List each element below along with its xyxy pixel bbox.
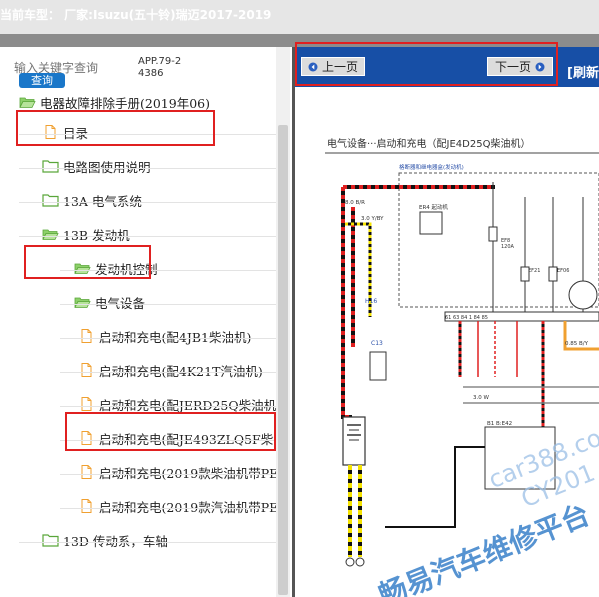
tree-item-engine-control[interactable]: 发动机控制: [74, 253, 158, 283]
svg-text:3.0 W: 3.0 W: [473, 395, 489, 401]
tree-item-label: 启动和充电(配JE493ZLQ5F柴油: [99, 431, 286, 447]
row-separator: [19, 168, 277, 169]
document-icon: [81, 329, 92, 343]
document-icon: [81, 431, 92, 445]
prev-page-button[interactable]: 上一页: [301, 57, 365, 76]
row-separator: [19, 134, 277, 135]
tree-item-electrical[interactable]: 电气设备: [74, 287, 145, 317]
svg-text:61 63 84 1 84 85: 61 63 84 1 84 85: [445, 315, 488, 321]
svg-text:EF21: EF21: [528, 268, 540, 274]
tree-item-label: 13A 电气系统: [63, 193, 142, 209]
watermark-text: 畅易汽车维修平台: [374, 498, 594, 597]
document-icon: [81, 397, 92, 411]
top-bar: 当前车型： 厂家:Isuzu(五十铃)瑞迈2017-2019: [0, 0, 599, 34]
tree-item-doc-2019-diesel[interactable]: 启动和充电(2019款柴油机带PES: [78, 457, 287, 487]
row-separator: [60, 440, 277, 441]
svg-text:H16: H16: [365, 298, 377, 305]
tree-item-label: 启动和充电(配JERD25Q柴油机): [99, 397, 281, 413]
wiring-diagram: 电气设备···启动和充电（配JE4D25Q柴油机） 格断器和继电器盒(发动机) …: [325, 137, 599, 597]
tree-item-label: 发动机控制: [95, 261, 158, 277]
viewer-nav-bar: 上一页 下一页 [刷新: [295, 47, 599, 87]
row-separator: [60, 270, 277, 271]
arrow-right-icon: [535, 62, 545, 71]
folder-open-icon: [74, 297, 91, 308]
tree-item-label: 电气设备: [95, 295, 146, 311]
tree-item-label: 启动和充电(配4JB1柴油机): [99, 329, 252, 345]
tree-scrollbar[interactable]: [276, 47, 290, 597]
fuse-box-label: 格断器和继电器盒(发动机): [399, 163, 464, 171]
folder-icon: [42, 160, 59, 173]
next-page-button[interactable]: 下一页: [487, 57, 553, 76]
folder-open-icon: [42, 229, 59, 240]
row-separator: [60, 372, 277, 373]
tree-item-doc-4k21t[interactable]: 启动和充电(配4K21T汽油机): [78, 355, 263, 385]
svg-text:ER4 起动机: ER4 起动机: [419, 203, 449, 211]
row-separator: [19, 236, 277, 237]
prev-page-label: 上一页: [321, 60, 358, 74]
row-separator: [60, 338, 277, 339]
tree-item-doc-2019-petrol[interactable]: 启动和充电(2019款汽油机带PES: [78, 491, 287, 521]
tree-item-toc[interactable]: 目录: [42, 117, 88, 147]
svg-text:3.0 Y/BY: 3.0 Y/BY: [361, 216, 384, 222]
tree-item-doc-4jb1[interactable]: 启动和充电(配4JB1柴油机): [78, 321, 251, 351]
tree-item-label: 目录: [63, 125, 89, 141]
refresh-link[interactable]: [刷新: [567, 62, 599, 81]
tree-item-13d[interactable]: 13D 传动系，车轴: [42, 525, 168, 555]
tree-item-label: 13D 传动系，车轴: [63, 533, 168, 549]
tree-item-label: 启动和充电(2019款汽油机带PES: [99, 499, 287, 515]
folder-icon: [42, 194, 59, 207]
wiring-diagram-document: 电气设备···启动和充电（配JE4D25Q柴油机） 格断器和继电器盒(发动机) …: [295, 87, 599, 597]
svg-text:0.85 B/Y: 0.85 B/Y: [565, 341, 589, 347]
folder-open-icon: [19, 97, 36, 108]
tree-item-wiring-usage[interactable]: 电路图使用说明: [42, 151, 151, 181]
document-icon: [81, 465, 92, 479]
tree-item-label: 启动和充电(配4K21T汽油机): [99, 363, 263, 379]
tree-item-label: 电路图使用说明: [63, 159, 151, 175]
tree-item-label: 电器故障排除手册(2019年06): [40, 95, 210, 111]
top-divider: [0, 34, 599, 47]
row-separator: [60, 304, 277, 305]
document-icon: [81, 363, 92, 377]
diagram-title: 电气设备···启动和充电（配JE4D25Q柴油机）: [327, 137, 530, 150]
tree-item-label: 启动和充电(2019款柴油机带PES: [99, 465, 287, 481]
query-button[interactable]: 查询: [19, 73, 65, 88]
arrow-left-icon: [308, 62, 318, 71]
viewer-panel: 上一页 下一页 [刷新 电气设备···启动和充电（配JE4D25Q柴油机） 格断…: [295, 47, 599, 597]
tree-item-doc-jerd25q[interactable]: 启动和充电(配JERD25Q柴油机): [78, 389, 281, 419]
svg-text:C13: C13: [371, 340, 383, 347]
svg-text:120A: 120A: [501, 244, 515, 250]
tree-item-13b[interactable]: 13B 发动机: [42, 219, 130, 249]
app-number: APP.79-24386: [138, 56, 182, 79]
scrollbar-thumb[interactable]: [278, 125, 288, 595]
svg-text:B1 B:E42: B1 B:E42: [487, 421, 512, 427]
tree-item-13a[interactable]: 13A 电气系统: [42, 185, 142, 215]
tree-item-label: 13B 发动机: [63, 227, 130, 243]
row-separator: [60, 474, 277, 475]
current-vehicle-label: 当前车型： 厂家:Isuzu(五十铃)瑞迈2017-2019: [0, 8, 272, 22]
folder-open-icon: [74, 263, 91, 274]
row-separator: [60, 508, 277, 509]
document-icon: [81, 499, 92, 513]
row-separator: [19, 542, 277, 543]
row-separator: [19, 202, 277, 203]
tree-item-manual[interactable]: 电器故障排除手册(2019年06): [19, 87, 210, 117]
folder-icon: [42, 534, 59, 547]
row-separator: [60, 406, 277, 407]
left-panel: APP.79-24386 查询 电器故障排除手册(2019年06) 目录 电路图…: [0, 47, 292, 597]
tree-item-doc-je493[interactable]: 启动和充电(配JE493ZLQ5F柴油: [78, 423, 286, 453]
svg-text:8.0 B/R: 8.0 B/R: [345, 200, 365, 206]
next-page-label: 下一页: [494, 60, 531, 74]
document-icon: [45, 125, 56, 139]
svg-text:EF06: EF06: [557, 268, 569, 274]
